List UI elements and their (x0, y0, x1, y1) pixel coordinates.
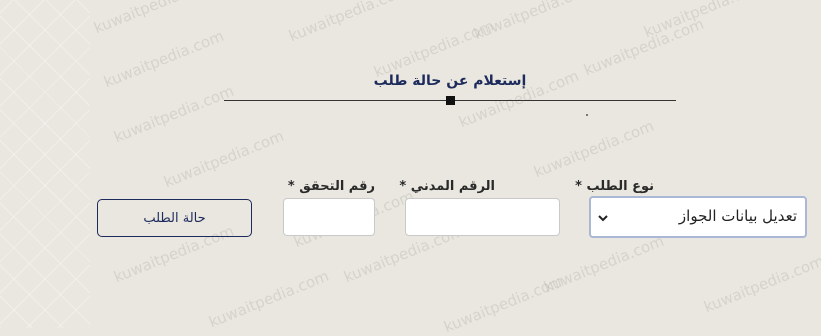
verification-code-input[interactable] (283, 198, 375, 236)
watermark: kuwaitpedia.com (471, 0, 597, 44)
civil-id-input[interactable] (405, 198, 560, 236)
verification-code-label: رقم التحقق * (288, 179, 375, 194)
request-type-label: نوع الطلب * (575, 179, 654, 194)
page-title: إستعلام عن حالة طلب (373, 73, 527, 89)
watermark: kuwaitpedia.com (641, 0, 767, 42)
watermark: kuwaitpedia.com (286, 0, 412, 46)
required-mark: * (287, 179, 295, 194)
request-status-button[interactable]: حالة الطلب (97, 199, 252, 237)
background-pattern (0, 0, 90, 328)
watermark: kuwaitpedia.com (701, 251, 821, 317)
chevron-down-icon (598, 215, 608, 222)
required-mark: * (399, 179, 407, 194)
watermark: kuwaitpedia.com (541, 231, 667, 297)
watermark: kuwaitpedia.com (161, 126, 287, 192)
watermark: kuwaitpedia.com (101, 26, 227, 92)
watermark: kuwaitpedia.com (581, 14, 707, 80)
divider-marker-icon (446, 96, 455, 105)
watermark: kuwaitpedia.com (531, 116, 657, 182)
request-type-label-text: نوع الطلب (586, 179, 654, 194)
watermark: kuwaitpedia.com (441, 271, 567, 336)
decorative-dot (586, 114, 588, 116)
watermark: kuwaitpedia.com (206, 266, 332, 332)
watermark: kuwaitpedia.com (371, 16, 497, 82)
civil-id-label-text: الرقم المدني (410, 179, 495, 194)
request-type-selected-value: تعديل بيانات الجواز (678, 207, 797, 225)
watermark: kuwaitpedia.com (91, 0, 217, 38)
watermark: kuwaitpedia.com (111, 81, 237, 147)
request-type-select[interactable]: تعديل بيانات الجواز (589, 196, 807, 238)
civil-id-label: الرقم المدني * (399, 179, 495, 194)
verification-code-label-text: رقم التحقق (299, 179, 375, 194)
required-mark: * (575, 179, 582, 194)
